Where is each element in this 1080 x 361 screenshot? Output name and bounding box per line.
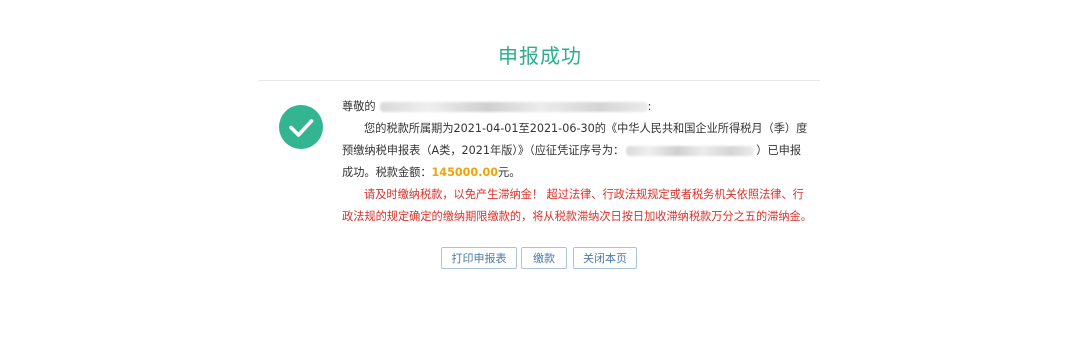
close-page-button[interactable]: 关闭本页	[573, 247, 637, 269]
redacted-voucher-number	[626, 146, 755, 156]
result-message: 尊敬的: 您的税款所属期为2021-04-01至2021-06-30的《中华人民…	[342, 96, 812, 228]
redacted-taxpayer-name	[379, 102, 648, 112]
declaration-detail: 您的税款所属期为2021-04-01至2021-06-30的《中华人民共和国企业…	[342, 118, 812, 184]
check-circle-icon	[279, 105, 323, 149]
page-title: 申报成功	[498, 44, 582, 68]
greeting-suffix: :	[647, 100, 652, 113]
title-divider	[258, 80, 820, 81]
greeting-prefix: 尊敬的	[342, 100, 376, 113]
greeting-line: 尊敬的:	[342, 96, 812, 118]
declaration-success-page: 申报成功 尊敬的: 您的税款所属期为2021-04-01至2021-06-30的…	[0, 0, 1080, 361]
amount-unit: 元。	[498, 166, 521, 179]
tax-amount: 145000.00	[431, 166, 499, 179]
print-declaration-button[interactable]: 打印申报表	[441, 247, 517, 269]
late-fee-warning: 请及时缴纳税款，以免产生滞纳金！ 超过法律、行政法规规定或者税务机关依照法律、行…	[342, 188, 812, 223]
pay-button[interactable]: 缴款	[521, 247, 567, 269]
